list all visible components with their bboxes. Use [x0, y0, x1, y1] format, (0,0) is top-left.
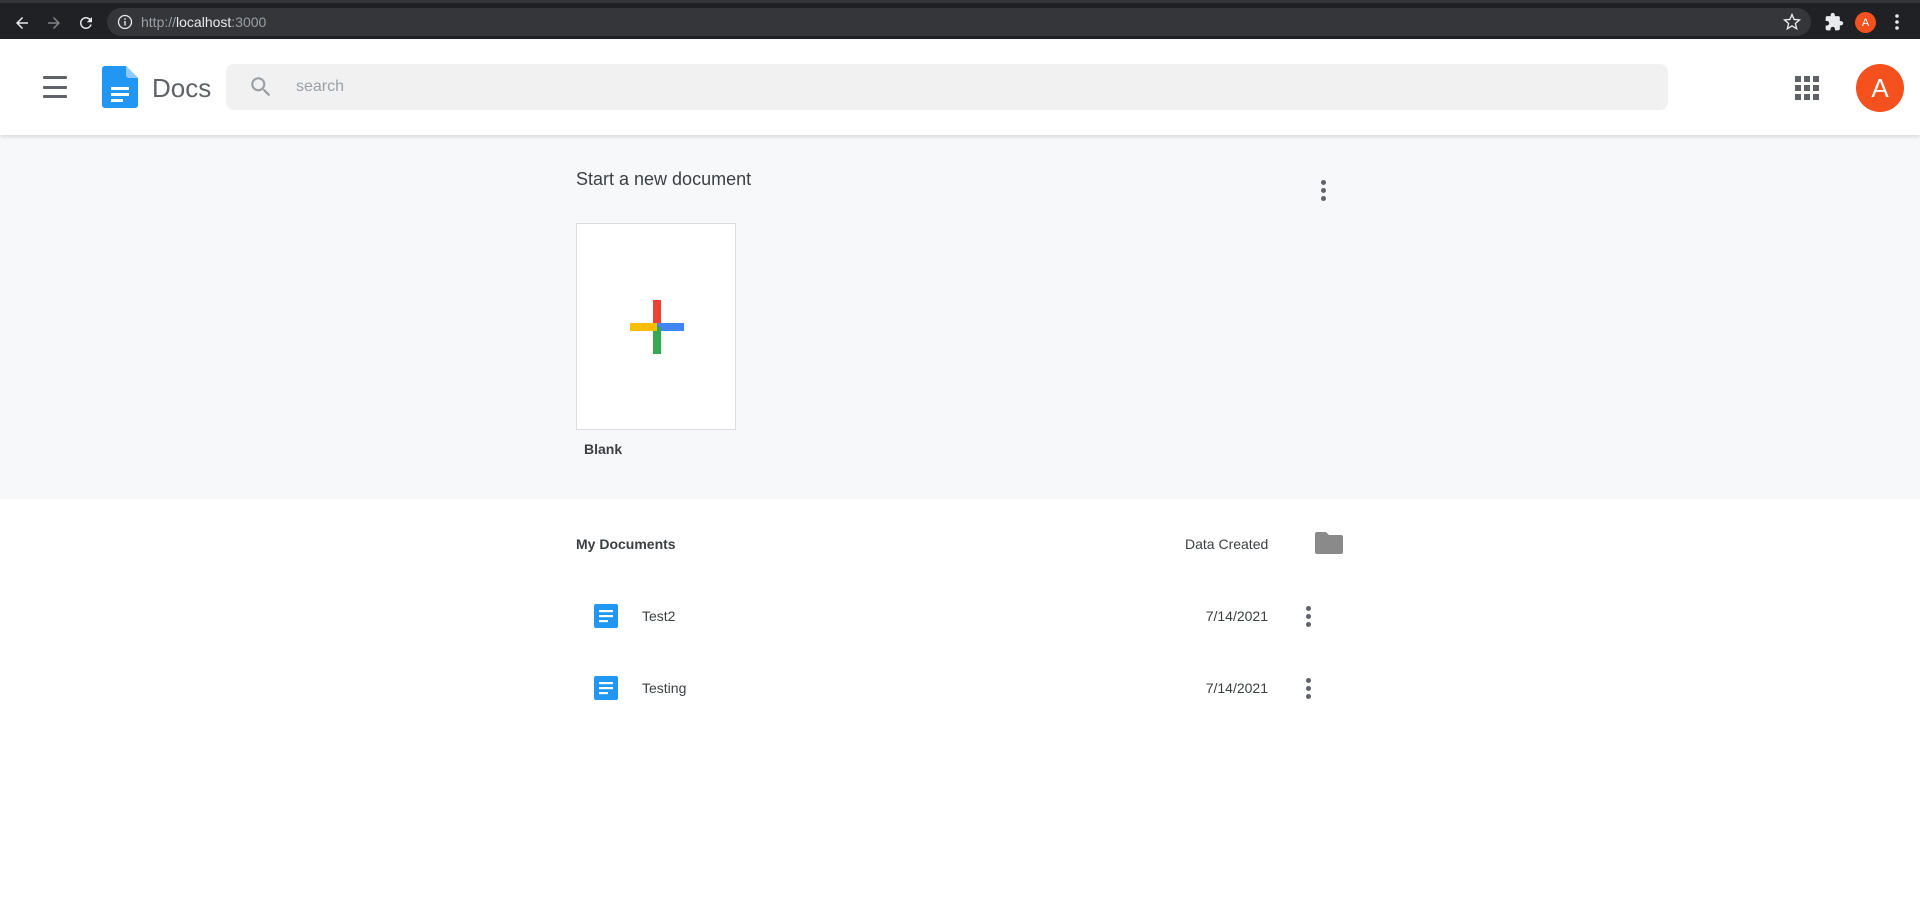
- browser-toolbar: http://localhost:3000 A: [0, 0, 1920, 39]
- search-bar[interactable]: [226, 64, 1668, 110]
- url-text: http://localhost:3000: [141, 14, 266, 30]
- app-title[interactable]: Docs: [152, 73, 211, 104]
- documents-list: My Documents Data Created Test2 7/14/202…: [0, 499, 1920, 912]
- document-title[interactable]: Testing: [642, 680, 686, 696]
- browser-profile-avatar[interactable]: A: [1855, 12, 1876, 33]
- list-title: My Documents: [576, 536, 676, 552]
- extensions-icon[interactable]: [1824, 12, 1844, 32]
- folder-icon[interactable]: [1315, 532, 1343, 554]
- reload-icon[interactable]: [73, 10, 99, 36]
- document-options-icon[interactable]: [1296, 604, 1320, 628]
- date-column-header: Data Created: [1185, 536, 1269, 552]
- url-port: :3000: [231, 14, 267, 30]
- app-header: Docs A: [0, 39, 1920, 135]
- url-host: localhost: [176, 14, 232, 30]
- back-icon[interactable]: [9, 10, 35, 36]
- forward-icon[interactable]: [41, 10, 67, 36]
- search-icon[interactable]: [248, 74, 274, 100]
- document-row[interactable]: Test2 7/14/2021: [576, 588, 1346, 644]
- user-avatar[interactable]: A: [1856, 64, 1904, 112]
- blank-template-label: Blank: [584, 441, 623, 457]
- colorful-plus-icon: [630, 300, 684, 354]
- document-title[interactable]: Test2: [642, 608, 675, 624]
- document-date: 7/14/2021: [1205, 608, 1268, 624]
- menu-icon[interactable]: [1887, 12, 1907, 32]
- document-row[interactable]: Testing 7/14/2021: [576, 660, 1346, 716]
- apps-grid-icon[interactable]: [1795, 76, 1819, 100]
- template-options-icon[interactable]: [1311, 178, 1335, 202]
- document-date: 7/14/2021: [1205, 680, 1268, 696]
- section-title: Start a new document: [576, 169, 752, 189]
- hamburger-menu-icon[interactable]: [40, 73, 70, 101]
- docs-logo-icon[interactable]: [102, 66, 138, 108]
- search-input[interactable]: [296, 64, 1636, 110]
- star-icon[interactable]: [1782, 12, 1802, 31]
- info-icon[interactable]: [117, 14, 133, 30]
- document-icon: [594, 676, 618, 700]
- new-document-section: Start a new document Blank: [0, 135, 1920, 499]
- url-scheme: http://: [141, 14, 177, 30]
- document-icon: [594, 604, 618, 628]
- document-options-icon[interactable]: [1296, 676, 1320, 700]
- address-bar[interactable]: http://localhost:3000: [107, 8, 1811, 36]
- blank-document-card[interactable]: [576, 223, 736, 430]
